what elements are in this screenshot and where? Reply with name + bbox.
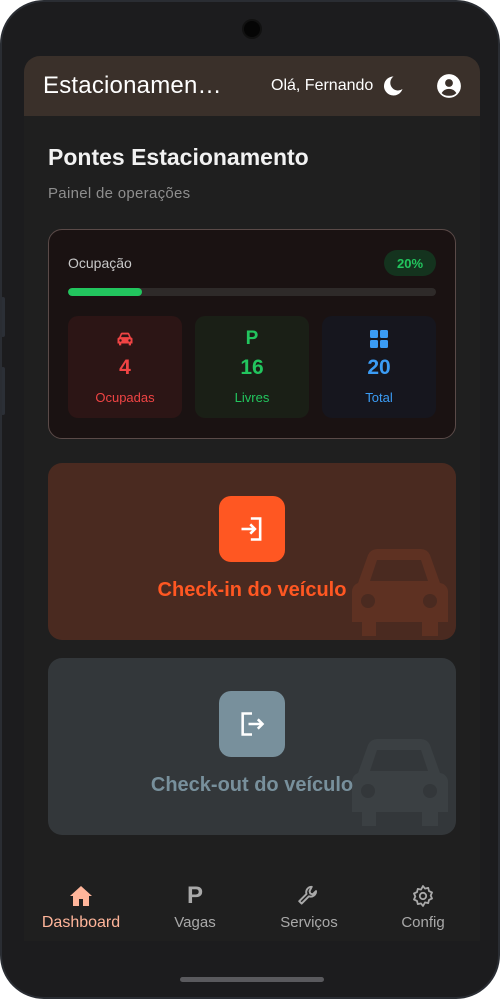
front-camera — [242, 19, 262, 39]
gear-icon — [388, 882, 458, 910]
nav-item-vagas[interactable]: P Vagas — [160, 882, 230, 931]
checkin-button[interactable] — [219, 496, 285, 562]
occupancy-card: Ocupação 20% 4 Ocupadas P 16 Livres 20 T… — [48, 229, 456, 439]
car-icon — [68, 329, 182, 349]
parking-icon: P — [245, 328, 259, 349]
checkout-card[interactable]: Check-out do veículo — [48, 658, 456, 835]
app-title: Estacionamen… — [43, 72, 222, 99]
side-button — [2, 367, 5, 415]
stat-occupied-label: Ocupadas — [95, 390, 155, 405]
checkout-label: Check-out do veículo — [150, 774, 354, 796]
occupancy-label: Ocupação — [68, 255, 132, 271]
stat-free-label: Livres — [234, 390, 270, 405]
checkout-button[interactable] — [219, 691, 285, 757]
moon-icon[interactable] — [379, 72, 407, 100]
phone-frame: Estacionamen… Olá, Fernando Pontes Estac… — [0, 0, 500, 999]
home-indicator[interactable] — [180, 977, 324, 982]
stat-free: P 16 Livres — [195, 316, 309, 418]
stat-occupied-value: 4 — [119, 356, 131, 379]
user-greeting: Olá, Fernando — [271, 77, 374, 94]
nav-label: Config — [401, 914, 445, 931]
nav-item-config[interactable]: Config — [388, 882, 458, 931]
nav-label: Vagas — [174, 914, 216, 931]
nav-label: Serviços — [280, 914, 338, 931]
stat-total: 20 Total — [322, 316, 436, 418]
app-bar: Estacionamen… Olá, Fernando — [24, 56, 480, 116]
occupancy-percent-badge: 20% — [384, 250, 436, 276]
stat-total-value: 20 — [367, 356, 391, 379]
account-circle-icon[interactable] — [435, 72, 463, 100]
occupancy-progress-fill — [68, 288, 142, 296]
login-icon — [241, 517, 262, 541]
page-title: Pontes Estacionamento — [48, 144, 309, 170]
parking-icon: P — [186, 882, 203, 909]
page-subtitle: Painel de operações — [48, 185, 191, 202]
nav-item-servicos[interactable]: Serviços — [274, 882, 344, 931]
nav-label: Dashboard — [41, 914, 121, 931]
checkin-label: Check-in do veículo — [157, 579, 347, 601]
grid-icon — [322, 329, 436, 349]
checkin-card[interactable]: Check-in do veículo — [48, 463, 456, 640]
logout-icon — [241, 712, 265, 736]
side-button — [2, 297, 5, 337]
nav-item-dashboard[interactable]: Dashboard — [36, 882, 126, 932]
stat-free-value: 16 — [240, 356, 264, 379]
stat-occupied: 4 Ocupadas — [68, 316, 182, 418]
home-icon — [36, 882, 126, 910]
stat-total-label: Total — [365, 390, 393, 405]
occupancy-progress-bar — [68, 288, 436, 296]
wrench-icon — [274, 882, 344, 910]
